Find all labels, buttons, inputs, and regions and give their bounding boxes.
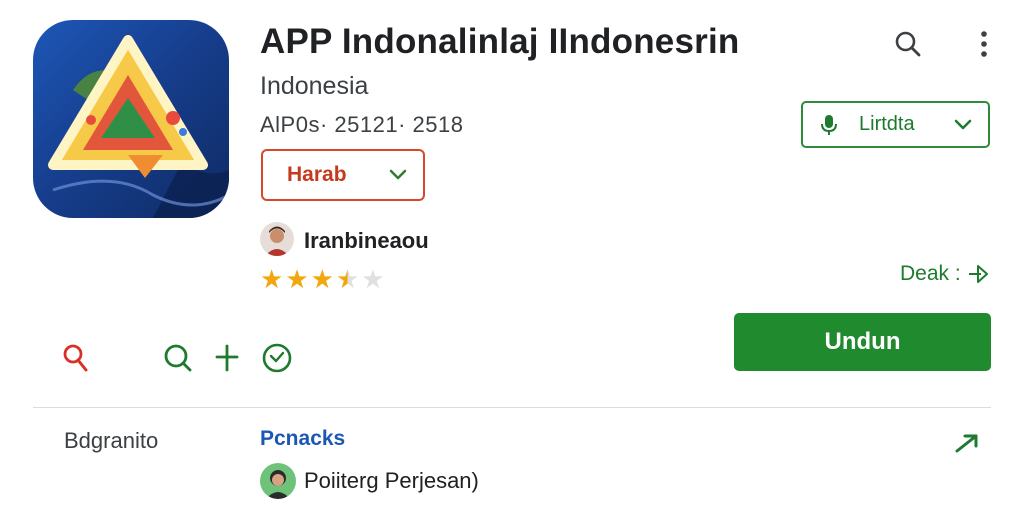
search-icon bbox=[895, 31, 921, 57]
rating-star: ★ bbox=[310, 264, 334, 294]
search-button[interactable] bbox=[890, 26, 926, 62]
developer-name[interactable]: Iranbineaou bbox=[304, 228, 429, 254]
zoom-button[interactable] bbox=[160, 340, 196, 376]
rating-star: ★ bbox=[335, 264, 360, 294]
search-icon bbox=[63, 344, 88, 372]
category-dropdown[interactable]: Harab bbox=[261, 149, 425, 201]
share-icon bbox=[968, 265, 988, 283]
install-button[interactable]: Undun bbox=[734, 313, 991, 371]
app-subtitle: Indonesia bbox=[260, 72, 369, 100]
action-search-button[interactable] bbox=[58, 340, 94, 376]
more-vert-icon bbox=[981, 31, 987, 57]
rating-star: ★ bbox=[260, 264, 284, 294]
language-dropdown[interactable]: Lirtdta bbox=[801, 101, 990, 148]
author-name[interactable]: Poiiterg Perjesan) bbox=[304, 468, 479, 494]
more-options-button[interactable] bbox=[968, 26, 1000, 62]
deak-link[interactable]: Deak : bbox=[900, 262, 989, 286]
rating-stars: ★ ★ ★ ★ ★ bbox=[260, 266, 385, 292]
category-dropdown-label: Harab bbox=[287, 163, 347, 186]
author-avatar bbox=[260, 463, 296, 499]
zoom-icon bbox=[164, 344, 192, 372]
section-label: Bdgranito bbox=[64, 428, 159, 453]
rating-star: ★ bbox=[285, 264, 309, 294]
arrow-up-right-icon bbox=[955, 434, 978, 453]
deak-label: Deak : bbox=[900, 262, 961, 285]
section-divider bbox=[33, 407, 991, 408]
developer-avatar bbox=[260, 222, 294, 256]
section-link[interactable]: Pcnacks bbox=[260, 427, 345, 451]
section-open-button[interactable] bbox=[950, 428, 984, 458]
chevron-down-icon bbox=[954, 119, 972, 129]
app-meta: AlP0s· 25121· 2518 bbox=[260, 112, 464, 137]
rating-star: ★ bbox=[361, 264, 385, 294]
microphone-icon bbox=[821, 114, 837, 135]
add-button[interactable] bbox=[209, 340, 245, 376]
plus-icon bbox=[215, 344, 239, 372]
history-button[interactable] bbox=[259, 340, 295, 376]
app-title: APP Indonalinlaj IIndonesrin bbox=[260, 22, 740, 61]
chevron-down-icon bbox=[389, 169, 407, 180]
language-dropdown-label: Lirtdta bbox=[859, 113, 915, 135]
app-icon bbox=[33, 20, 229, 218]
clock-icon bbox=[262, 343, 292, 373]
